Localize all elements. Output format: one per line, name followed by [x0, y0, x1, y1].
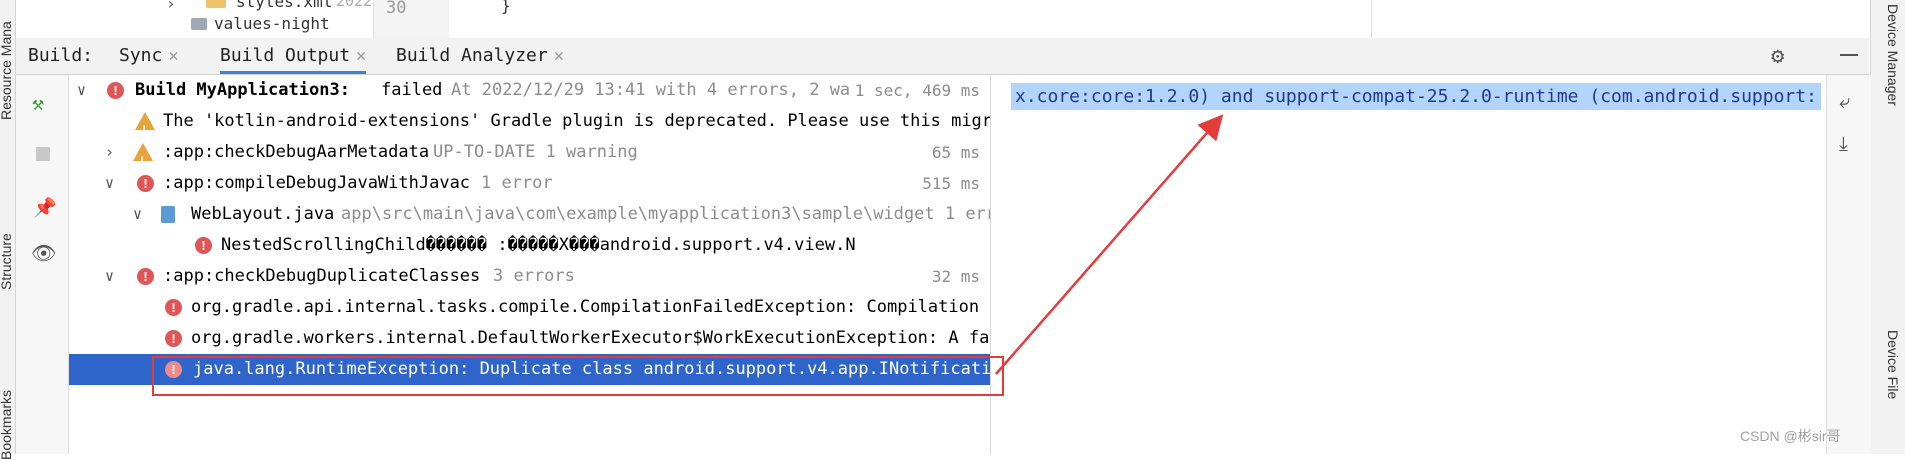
watermark: CSDN @彬sir哥	[1740, 428, 1841, 444]
annotation-arrow	[995, 114, 1224, 375]
arrow-line	[995, 114, 1224, 375]
